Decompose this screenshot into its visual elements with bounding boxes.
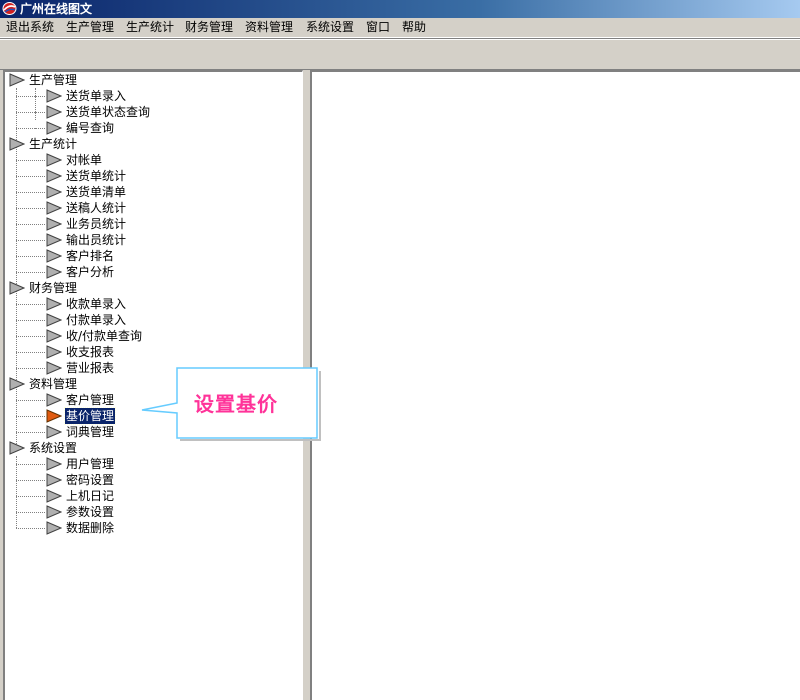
menu-bar: 退出系统 生产管理 生产统计 财务管理 资料管理 系统设置 窗口 帮助 [0,18,800,38]
menu-finance[interactable]: 财务管理 [185,18,233,37]
tree-node-label: 生产统计 [29,137,78,151]
callout-text: 设置基价 [194,392,278,416]
tree-node-label: 生产管理 [29,73,78,87]
triangle-icon [46,89,62,103]
tree-item-label: 收支报表 [66,345,115,359]
tree-item-label: 参数设置 [66,505,115,519]
content-area [310,70,800,700]
triangle-icon [46,505,62,519]
triangle-icon [46,153,62,167]
triangle-icon [46,313,62,327]
triangle-icon [46,425,62,439]
triangle-icon [46,169,62,183]
tree-item-label: 业务员统计 [66,217,127,231]
triangle-icon [9,137,25,151]
app-logo-icon [2,2,17,15]
menu-production[interactable]: 生产管理 [66,18,114,37]
triangle-icon [46,249,62,263]
triangle-icon [46,233,62,247]
triangle-icon [46,473,62,487]
triangle-icon [9,281,25,295]
menu-help[interactable]: 帮助 [402,18,426,37]
triangle-icon [46,265,62,279]
triangle-icon [9,441,25,455]
triangle-icon [9,73,25,87]
tree-item-label: 编号查询 [66,121,115,135]
menu-settings[interactable]: 系统设置 [306,18,354,37]
tree-node-label: 财务管理 [29,281,78,295]
tree-connector [16,456,17,528]
tree-item-label: 收/付款单查询 [66,329,143,343]
menu-statistics[interactable]: 生产统计 [126,18,174,37]
selected-triangle-icon [46,409,62,423]
tree-item-label: 词典管理 [66,425,115,439]
triangle-icon [46,361,62,375]
tree-item-label: 送货单统计 [66,169,127,183]
triangle-icon [46,345,62,359]
tree-item-label: 输出员统计 [66,233,127,247]
triangle-icon [46,489,62,503]
triangle-icon [46,297,62,311]
triangle-icon [46,393,62,407]
triangle-icon [46,217,62,231]
tree-item-label: 用户管理 [66,457,115,471]
tree-node-label: 资料管理 [29,377,78,391]
menu-exit[interactable]: 退出系统 [6,18,54,37]
tree-item-label: 数据删除 [66,521,115,535]
triangle-icon [46,521,62,535]
tree-item-label: 送货单状态查询 [66,105,151,119]
triangle-icon [46,121,62,135]
tree-item-label: 客户分析 [66,265,115,279]
menu-data[interactable]: 资料管理 [245,18,293,37]
title-bar: 广州在线图文 [0,0,800,18]
triangle-icon [46,329,62,343]
window-title: 广州在线图文 [20,2,93,16]
triangle-icon [9,377,25,391]
tree-item-label: 送货单清单 [66,185,127,199]
tree-item-label: 送货单录入 [66,89,127,103]
tree-item-label: 对帐单 [66,153,103,167]
triangle-icon [46,457,62,471]
triangle-icon [46,105,62,119]
tree-item-label: 基价管理 [63,407,117,425]
triangle-icon [46,201,62,215]
tree-node-label: 系统设置 [29,441,78,455]
tree-item-label: 营业报表 [66,361,115,375]
tree-item-label: 送稿人统计 [66,201,127,215]
toolbar [0,38,800,70]
tree-item-label: 收款单录入 [66,297,127,311]
menu-window[interactable]: 窗口 [366,18,390,37]
tree-item-label: 客户管理 [66,393,115,407]
tree-item-label: 上机日记 [66,489,115,503]
tree-connector [35,88,36,120]
triangle-icon [46,185,62,199]
tree-item-label: 付款单录入 [66,313,127,327]
tree-item-label: 客户排名 [66,249,115,263]
tree-item-label: 密码设置 [66,473,115,487]
